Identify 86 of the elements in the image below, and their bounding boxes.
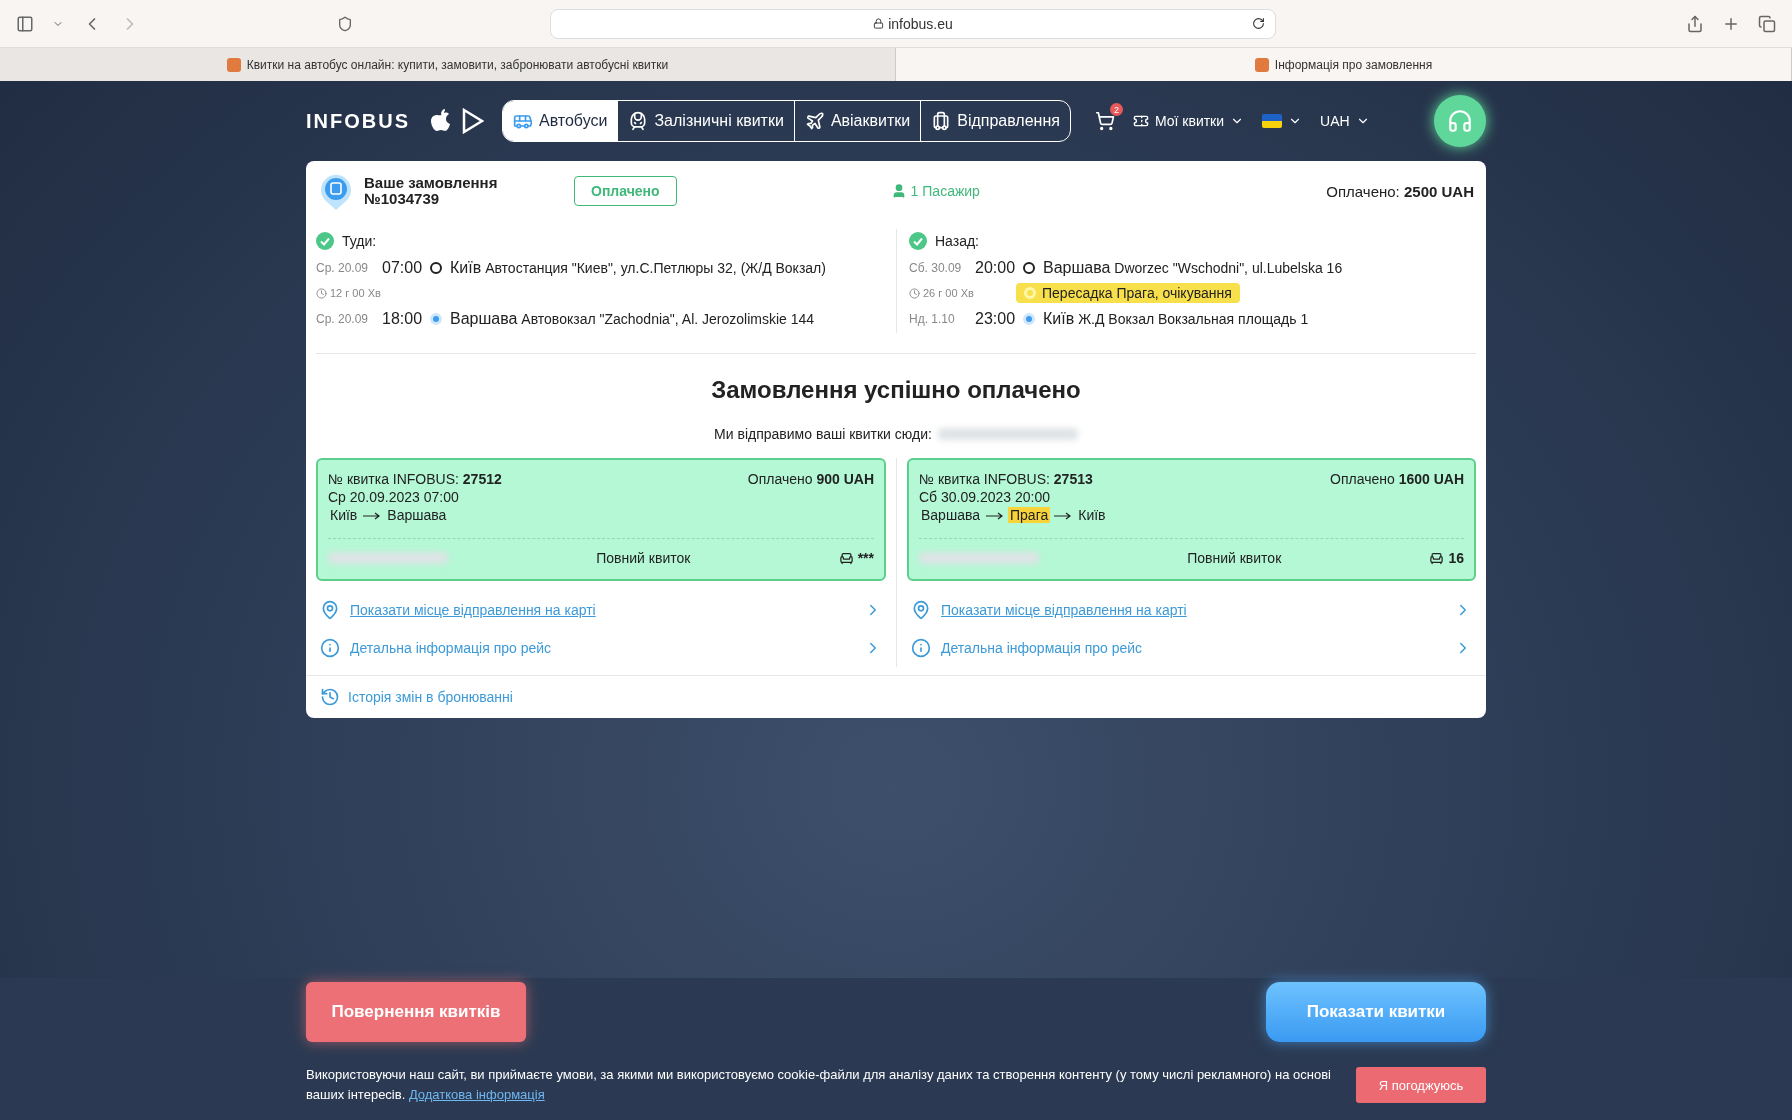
clock-icon: [316, 287, 327, 299]
map-pin-icon: [320, 600, 340, 620]
stop-time: 18:00: [382, 309, 423, 328]
arrow-right-icon: [363, 512, 382, 520]
paid-total: Оплачено: 2500 UAH: [1326, 182, 1474, 200]
plane-icon: [804, 111, 825, 131]
ticket-route: Варшава Прага Київ: [920, 506, 1107, 524]
stop-dot: [430, 312, 443, 325]
stop-dot: [1023, 261, 1036, 274]
browser-tab[interactable]: Квитки на автобус онлайн: купити, замовити, забронювати автобусні квитки: [0, 48, 896, 81]
more-info-link[interactable]: Додаткова інформація: [408, 1087, 545, 1102]
stop-place: Варшава Dworzec "Wschodni", ul.Lubelska 16: [1043, 258, 1343, 277]
history-icon: [320, 687, 340, 707]
stop-date: Ср. 20.09: [316, 311, 370, 326]
seat-number: ***: [857, 549, 874, 567]
mode-tab[interactable]: Автобуси: [503, 101, 619, 141]
ticket-datetime: Сб 30.09.2023 20:00: [919, 488, 1051, 506]
map-pin-icon: [911, 600, 931, 620]
ticket-type: Повний квиток: [1187, 549, 1282, 567]
train-icon: [628, 111, 649, 131]
stop-time: 07:00: [382, 258, 423, 277]
share-icon[interactable]: [1686, 14, 1704, 33]
reload-icon[interactable]: [1252, 17, 1265, 30]
leg-label: Назад:: [935, 233, 979, 249]
ticket-icon: [1132, 113, 1149, 129]
success-title: Замовлення успішно оплачено: [710, 376, 1082, 404]
duration-text: 26 г 00 Хв: [909, 287, 1004, 299]
info-icon: [320, 638, 340, 658]
status-badge: Оплачено: [574, 176, 677, 206]
clock-icon: [909, 287, 920, 299]
ticket-datetime: Ср 20.09.2023 07:00: [328, 488, 460, 506]
passenger-count: 1 Пасажир: [890, 183, 980, 199]
stop-date: Нд. 1.10: [909, 311, 956, 326]
cart-icon: [1094, 111, 1115, 131]
transfer-badge: Пересадка Прага, очікування: [1016, 283, 1240, 303]
send-text: Ми відправимо ваші квитки сюди:: [714, 426, 932, 442]
info-icon: [911, 638, 931, 658]
order-title: Ваше замовлення №1034739: [364, 175, 499, 207]
address-field[interactable]: infobus.eu: [550, 8, 1276, 39]
shield-icon[interactable]: [337, 15, 353, 32]
ticket-number: № квитка INFOBUS: 27512: [328, 470, 502, 488]
seat-number: 16: [1448, 549, 1464, 567]
favicon-icon: [226, 57, 241, 72]
currency-button[interactable]: UAH: [1316, 109, 1374, 133]
check-icon: [909, 232, 927, 250]
logo[interactable]: INFOBUS: [306, 109, 410, 133]
sidebar-icon[interactable]: [16, 14, 34, 33]
stop-date: Ср. 20.09: [316, 260, 370, 275]
stop-place: Київ Ж.Д Вокзал Вокзальная площадь 1: [1043, 309, 1309, 328]
my-tickets-button[interactable]: Мої квитки: [1128, 109, 1249, 133]
headset-icon: [1447, 108, 1473, 134]
arrow-right-icon: [986, 512, 1004, 520]
tabs-overview-icon[interactable]: [1758, 14, 1776, 33]
ticket-number: № квитка INFOBUS: 27513: [919, 470, 1093, 488]
stop-time: 23:00: [975, 309, 1016, 328]
flag-icon: [1262, 114, 1283, 128]
leg-label: Туди:: [342, 233, 377, 249]
seat-icon: [838, 550, 854, 566]
ticket-paid: Оплачено 1600 UAH: [1330, 470, 1464, 488]
url-text: infobus.eu: [888, 15, 953, 32]
stop-dot: [430, 261, 443, 274]
luggage-icon: [931, 111, 952, 131]
duration-text: 12 г 00 Хв: [316, 287, 411, 299]
favicon-icon: [1254, 57, 1269, 72]
cookie-text: Використовуючи наш сайт, ви приймаєте умови, за якими ми використовуємо cookie-файли для аналізу даних та створення контенту (у тому числі рекламного) на основі ваших інтересів. Додаткова інформація: [306, 1066, 1332, 1104]
ticket-type: Повний квиток: [596, 549, 691, 567]
mode-tab[interactable]: Залізничні квитки: [618, 101, 795, 141]
seat-icon: [1429, 550, 1445, 566]
apple-icon[interactable]: [430, 108, 452, 134]
lock-icon: [873, 18, 885, 29]
arrow-right-icon: [1054, 512, 1073, 520]
mode-tab[interactable]: Відправлення: [921, 101, 1070, 141]
play-store-icon[interactable]: [462, 108, 484, 134]
stop-place: Варшава Автовокзал "Zachodnia", Al. Jerozolimskie 144: [450, 309, 815, 328]
stop-place: Київ Автостанция "Киев", ул.С.Петлюры 32, (Ж/Д Вокзал): [450, 258, 826, 277]
ticket-route: Київ Варшава: [329, 506, 448, 524]
mode-tab[interactable]: Авіаквитки: [794, 101, 922, 141]
stop-date: Сб. 30.09: [909, 260, 963, 275]
support-button[interactable]: [1434, 95, 1486, 147]
stop-dot: [1023, 312, 1036, 325]
stop-time: 20:00: [975, 258, 1016, 277]
cart-count-badge: 2: [1109, 103, 1123, 116]
browser-tab[interactable]: Інформація про замовлення: [896, 48, 1792, 81]
transfer-dot: [1024, 287, 1036, 299]
ticket-paid: Оплачено 900 UAH: [747, 470, 874, 488]
check-icon: [316, 232, 334, 250]
